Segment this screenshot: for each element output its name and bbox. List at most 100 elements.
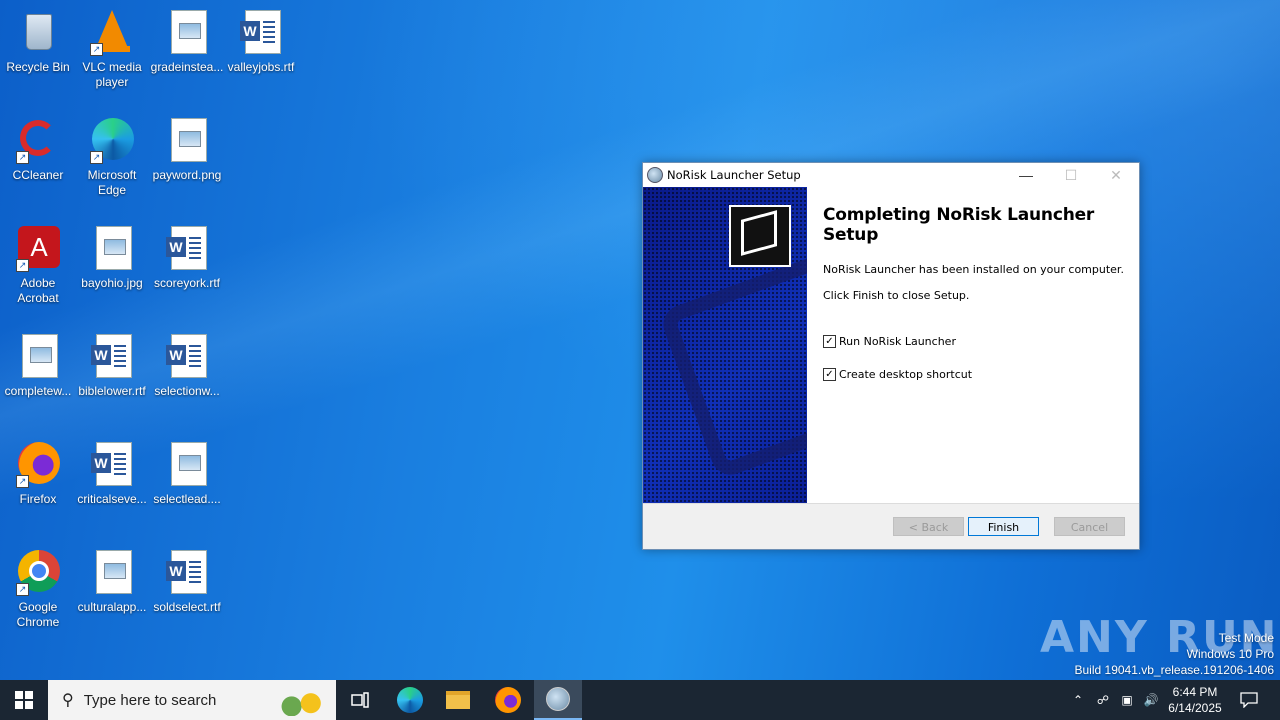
checkbox-checked-icon[interactable]: ✓ — [823, 335, 836, 348]
desktop-icon-selectionw[interactable]: W selectionw... — [149, 332, 225, 399]
build-text: Build 19041.vb_release.191206-1406 — [1074, 663, 1275, 677]
word-document-icon: W — [237, 8, 285, 56]
windows-logo-icon — [15, 691, 33, 709]
norisk-logo-icon — [729, 205, 791, 267]
dialog-titlebar[interactable]: NoRisk Launcher Setup — ☐ ✕ — [643, 163, 1139, 187]
taskbar: ⚲ Type here to search ⌃ ☍ ▣ 🔊 6:44 PM 6/… — [0, 680, 1280, 720]
desktop-icon-microsoft-edge[interactable]: ↗ Microsoft Edge — [74, 116, 150, 198]
desktop-icon-label: Recycle Bin — [6, 60, 70, 74]
desktop-icon-label: Microsoft Edge — [87, 168, 137, 197]
word-document-icon: W — [88, 332, 136, 380]
desktop-icon-label: CCleaner — [12, 168, 64, 182]
checkbox-checked-icon[interactable]: ✓ — [823, 368, 836, 381]
desktop-icon-label: Adobe Acrobat — [17, 276, 59, 305]
image-file-icon — [163, 116, 211, 164]
desktop-icon-label: VLC media player — [82, 60, 142, 89]
search-placeholder: Type here to search — [83, 691, 217, 709]
desktop-icon-valleyjobs[interactable]: W valleyjobs.rtf — [223, 8, 299, 75]
image-file-icon — [88, 548, 136, 596]
os-watermark: Test Mode Windows 10 Pro Build 19041.vb_… — [1075, 630, 1275, 678]
taskbar-installer-icon[interactable] — [534, 680, 582, 720]
desktop-icon-ccleaner[interactable]: ↗ CCleaner — [0, 116, 76, 183]
installer-icon — [647, 167, 663, 183]
installed-message: NoRisk Launcher has been installed on yo… — [823, 263, 1124, 276]
dialog-button-row: < Back Finish Cancel — [643, 503, 1139, 550]
cancel-button: Cancel — [1054, 517, 1125, 536]
firefox-icon: ↗ — [14, 440, 62, 488]
clock-time: 6:44 PM — [1172, 685, 1218, 699]
finish-button[interactable]: Finish — [968, 517, 1039, 536]
finish-instruction: Click Finish to close Setup. — [823, 289, 970, 302]
taskbar-edge-icon[interactable] — [386, 680, 434, 720]
desktop-shortcut-checkbox[interactable]: ✓ Create desktop shortcut — [823, 368, 972, 381]
desktop-icon-label: bayohio.jpg — [81, 276, 143, 290]
word-document-icon: W — [88, 440, 136, 488]
desktop-icon-label: culturalapp... — [77, 600, 147, 614]
run-launcher-checkbox[interactable]: ✓ Run NoRisk Launcher — [823, 335, 956, 348]
desktop-icon-label: criticalseve... — [77, 492, 147, 506]
desktop-icon-label: payword.png — [152, 168, 222, 182]
desktop-icon-label: Firefox — [19, 492, 57, 506]
minimize-icon[interactable]: — — [1003, 163, 1049, 187]
back-button: < Back — [893, 517, 964, 536]
image-file-icon — [88, 224, 136, 272]
taskbar-clock[interactable]: 6:44 PM 6/14/2025 — [1164, 680, 1226, 720]
desktop-shortcut-label: Create desktop shortcut — [839, 368, 973, 381]
desktop-icon-payword[interactable]: payword.png — [149, 116, 225, 183]
recycle-bin-icon — [14, 8, 62, 56]
desktop-icon-soldselect[interactable]: W soldselect.rtf — [149, 548, 225, 615]
dialog-content: Completing NoRisk Launcher Setup NoRisk … — [643, 187, 1139, 503]
maximize-icon: ☐ — [1064, 167, 1078, 183]
ccleaner-icon: ↗ — [14, 116, 62, 164]
acrobat-icon: A ↗ — [14, 224, 62, 272]
search-highlight-icon — [266, 684, 330, 716]
desktop-icon-label: valleyjobs.rtf — [227, 60, 295, 74]
search-icon: ⚲ — [62, 692, 74, 709]
word-document-icon: W — [163, 224, 211, 272]
desktop-icon-vlc[interactable]: ↗ VLC media player — [74, 8, 150, 90]
desktop-icon-gradeinstea[interactable]: gradeinstea... — [149, 8, 225, 75]
desktop-icon-criticalseve[interactable]: W criticalseve... — [74, 440, 150, 507]
desktop-icon-culturalapp[interactable]: culturalapp... — [74, 548, 150, 615]
desktop-icon-scoreyork[interactable]: W scoreyork.rtf — [149, 224, 225, 291]
setup-dialog: NoRisk Launcher Setup — ☐ ✕ Completing N… — [642, 162, 1140, 550]
desktop-icon-recycle-bin[interactable]: Recycle Bin — [0, 8, 76, 75]
desktop-icon-bayohio[interactable]: bayohio.jpg — [74, 224, 150, 291]
desktop-icon-selectlead[interactable]: selectlead.... — [149, 440, 225, 507]
desktop-icon-label: selectlead.... — [153, 492, 221, 506]
desktop-icon-biblelower[interactable]: W biblelower.rtf — [74, 332, 150, 399]
desktop-icon-google-chrome[interactable]: ↗ Google Chrome — [0, 548, 76, 630]
windows-edition-text: Windows 10 Pro — [1186, 647, 1274, 661]
desktop-icon-label: gradeinstea... — [150, 60, 224, 74]
dialog-heading: Completing NoRisk Launcher Setup — [823, 205, 1095, 245]
dialog-title: NoRisk Launcher Setup — [667, 168, 801, 182]
desktop-icon-label: scoreyork.rtf — [153, 276, 220, 290]
desktop-icon-label: biblelower.rtf — [78, 384, 146, 398]
desktop-icon-adobe-acrobat[interactable]: A ↗ Adobe Acrobat — [0, 224, 76, 306]
desktop-icon-label: completew... — [4, 384, 72, 398]
desktop-icon-firefox[interactable]: ↗ Firefox — [0, 440, 76, 507]
image-file-icon — [163, 440, 211, 488]
desktop-icon-completew[interactable]: completew... — [0, 332, 76, 399]
image-file-icon — [163, 8, 211, 56]
start-button[interactable] — [0, 680, 48, 720]
network-icon[interactable]: ▣ — [1116, 680, 1138, 720]
security-tray-icon[interactable]: ☍ — [1092, 680, 1114, 720]
run-launcher-label: Run NoRisk Launcher — [839, 335, 956, 348]
task-view-icon[interactable] — [336, 680, 384, 720]
taskbar-search-box[interactable]: ⚲ Type here to search — [48, 680, 336, 720]
clock-date: 6/14/2025 — [1168, 701, 1222, 715]
vlc-icon: ↗ — [88, 8, 136, 56]
desktop-icon-label: Google Chrome — [16, 600, 60, 629]
taskbar-file-explorer-icon[interactable] — [434, 680, 482, 720]
chrome-icon: ↗ — [14, 548, 62, 596]
desktop-icon-label: selectionw... — [154, 384, 220, 398]
notification-center-icon[interactable] — [1234, 680, 1264, 720]
close-icon: ✕ — [1110, 167, 1122, 183]
word-document-icon: W — [163, 548, 211, 596]
taskbar-firefox-icon[interactable] — [484, 680, 532, 720]
show-hidden-icons-chevron-icon[interactable]: ⌃ — [1066, 680, 1090, 720]
installer-banner — [643, 187, 807, 503]
volume-icon[interactable]: 🔊 — [1140, 680, 1162, 720]
test-mode-text: Test Mode — [1218, 631, 1274, 645]
